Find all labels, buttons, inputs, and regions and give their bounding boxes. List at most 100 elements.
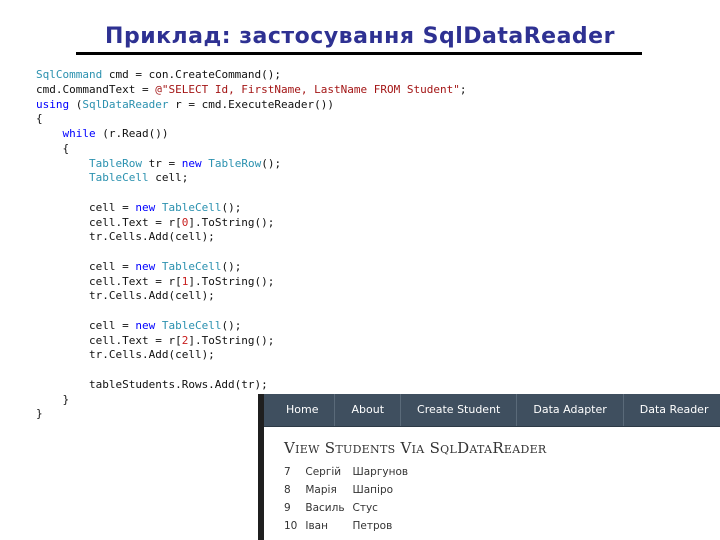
code-line: TableCell cell; — [36, 171, 466, 186]
code-token: @"SELECT Id, FirstName, LastName FROM St… — [155, 82, 460, 96]
code-token: (); — [221, 200, 242, 214]
code-line: cell = new TableCell(); — [36, 260, 466, 275]
code-token: new — [135, 318, 156, 332]
code-token: ].ToString(); — [188, 333, 275, 347]
title-underline — [76, 52, 642, 55]
table-row: 9 Василь Стус — [284, 499, 416, 517]
navbar: Home About Create Student Data Adapter Data … — [264, 394, 720, 427]
student-id-cell: 10 — [284, 520, 298, 532]
code-token: r = cmd.ExecuteReader()) — [168, 97, 335, 111]
code-line: cell = new TableCell(); — [36, 201, 466, 216]
code-token: TableCell — [88, 171, 149, 185]
code-token: cell.Text = r[ — [36, 215, 182, 229]
code-token: SqlCommand — [36, 68, 103, 81]
last-name-cell: Шаргунов — [352, 466, 409, 478]
code-line: cell.Text = r[2].ToString(); — [36, 334, 466, 349]
code-token: new — [135, 200, 156, 214]
table-row: 7 Сергій Шаргунов — [284, 463, 416, 481]
code-token: SqlDataReader — [82, 97, 169, 111]
code-token: cell = — [36, 200, 136, 214]
code-token: cell.Text = r[ — [36, 333, 182, 347]
page-content: View Students Via SqlDataReader 7 Сергій Ш… — [264, 427, 720, 535]
code-token: tr.Cells.Add(cell); — [36, 289, 215, 303]
code-token: { — [36, 112, 43, 126]
first-name-cell: Сергій — [305, 466, 342, 478]
code-token: } — [36, 392, 70, 406]
code-token: cell; — [148, 171, 189, 185]
code-line: while (r.Read()) — [36, 127, 466, 142]
code-token: TableCell — [161, 259, 222, 273]
code-line: cell.Text = r[1].ToString(); — [36, 275, 466, 290]
code-token: ].ToString(); — [188, 215, 275, 229]
code-token: (); — [221, 259, 242, 273]
last-name-cell: Петров — [352, 520, 393, 532]
last-name-cell: Стус — [352, 502, 378, 514]
table-row: 8 Марія Шапіро — [284, 481, 416, 499]
code-token: TableRow — [208, 156, 262, 170]
table-row: 10 Іван Петров — [284, 517, 416, 535]
code-token: cmd.CommandText = — [36, 82, 156, 96]
code-line: TableRow tr = new TableRow(); — [36, 157, 466, 172]
code-token: cell = — [36, 318, 136, 332]
code-token: tr = — [141, 156, 182, 170]
code-line: tr.Cells.Add(cell); — [36, 230, 466, 245]
first-name-cell: Іван — [305, 520, 328, 532]
nav-item-create-student[interactable]: Create Student — [401, 394, 518, 426]
code-token: TableCell — [161, 200, 222, 214]
code-line: SqlCommand cmd = con.CreateCommand(); — [36, 68, 466, 83]
code-token: ( — [69, 97, 83, 111]
code-token: cell = — [36, 259, 136, 273]
code-token: ].ToString(); — [188, 274, 275, 288]
nav-item-data-reader[interactable]: Data Reader — [624, 394, 720, 426]
nav-item-about[interactable]: About — [335, 394, 402, 426]
code-token: cell.Text = r[ — [36, 274, 182, 288]
first-name-cell: Василь — [305, 502, 345, 514]
code-token: tr.Cells.Add(cell); — [36, 348, 215, 362]
nav-item-home[interactable]: Home — [264, 394, 336, 426]
code-line: using (SqlDataReader r = cmd.ExecuteRead… — [36, 98, 466, 113]
slide-title: Приклад: застосування SqlDataReader — [105, 24, 615, 49]
code-token: using — [36, 97, 70, 111]
student-id-cell: 9 — [284, 502, 291, 514]
code-token: cmd = con.CreateCommand(); — [102, 68, 282, 81]
code-listing: SqlCommand cmd = con.CreateCommand(); cmd… — [36, 68, 466, 422]
code-token: ; — [459, 82, 467, 96]
browser-screenshot: Home About Create Student Data Adapter Data … — [258, 394, 720, 540]
code-token: new — [181, 156, 202, 170]
code-token: tableStudents.Rows.Add(tr); — [36, 377, 268, 391]
page-heading: View Students Via SqlDataReader — [284, 439, 547, 457]
code-line: tr.Cells.Add(cell); — [36, 289, 466, 304]
code-line: tr.Cells.Add(cell); — [36, 348, 466, 363]
code-token: { — [36, 141, 70, 155]
code-line: cell.Text = r[0].ToString(); — [36, 216, 466, 231]
student-id-cell: 8 — [284, 484, 291, 496]
student-id-cell: 7 — [284, 466, 291, 478]
code-line: cmd.CommandText = @"SELECT Id, FirstName… — [36, 83, 466, 98]
code-token: (); — [221, 318, 242, 332]
code-line: tableStudents.Rows.Add(tr); — [36, 378, 466, 393]
code-token: tr.Cells.Add(cell); — [36, 230, 215, 244]
nav-item-data-adapter[interactable]: Data Adapter — [517, 394, 624, 426]
code-line: { — [36, 142, 466, 157]
code-token: new — [135, 259, 156, 273]
code-token: TableRow — [88, 156, 142, 170]
students-table: 7 Сергій Шаргунов 8 Марія Шапіро 9 Василь Стус 10… — [284, 463, 416, 535]
code-token: while — [62, 127, 96, 140]
code-token: TableCell — [161, 318, 222, 332]
last-name-cell: Шапіро — [352, 484, 394, 496]
code-token: (r.Read()) — [95, 127, 169, 140]
code-line: { — [36, 112, 466, 127]
code-line: cell = new TableCell(); — [36, 319, 466, 334]
first-name-cell: Марія — [305, 484, 337, 496]
code-token: } — [36, 407, 43, 421]
